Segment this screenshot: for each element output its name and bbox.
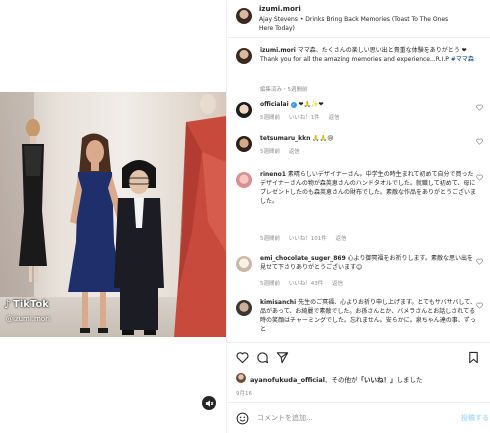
comment-body: emi_chocolate_suger_869 心より御冥福をお祈りします。素敵… [260,254,478,272]
comment-time: 5週間前 [260,236,280,242]
comments-list[interactable]: izumi.mori ママ森、たくさんの楽しい思い出と貴重な体験をありがとう ❤… [227,42,490,342]
comment-like-count[interactable]: いいね！1件 [289,115,320,121]
comment-username[interactable]: kimisanchi [260,299,296,306]
comment-text: 素晴らしいデザイナーさん。中学生の時生まれて初めて自分で買ったデザイナーさんの物… [260,171,477,205]
caption-meta: 編集済み・5週間前 [260,85,315,93]
caption-body: izumi.mori ママ森、たくさんの楽しい思い出と貴重な体験をありがとう ❤… [260,46,478,64]
avatar[interactable] [236,8,252,24]
heart-outline-icon[interactable] [476,104,483,111]
comment-username[interactable]: officialai [260,101,289,108]
comment-compose-bar: 投稿する [227,402,490,433]
comment-meta: 5週間前 いいね！101件 返信 [260,234,354,242]
verified-badge-icon: ✓ [290,101,297,108]
heart-outline-icon[interactable] [476,302,483,309]
mute-button[interactable] [202,396,216,410]
likes-summary[interactable]: ayanofukuda_official、その他が「いいね！」しました [227,372,490,386]
avatar[interactable] [236,373,246,383]
comment-like-count[interactable]: いいね！101件 [289,236,327,242]
post-actions-bar [227,342,490,372]
likes-text: ayanofukuda_official、その他が「いいね！」しました [250,374,423,384]
caption-text-en: Thank you for all the amazing memories a… [260,56,449,63]
caption-meta-text: 編集済み・5週間前 [260,87,308,93]
post-side-panel: izumi.mori Ajay Stevens • Drinks Bring B… [226,0,490,433]
comment-text: 🙏🙏😢 [312,135,334,142]
post-comment-button[interactable]: 投稿する [461,413,489,423]
tiktok-handle: @izumi.mori [6,315,50,323]
comment-meta: 5週間前 いいね！1件 返信 [260,113,347,121]
smiley-icon[interactable] [236,412,249,425]
comment-body: officialai ✓ ❤🙏✨❤ [260,100,478,109]
paper-plane-icon[interactable] [276,351,289,364]
comment-username[interactable]: emi_chocolate_suger_869 [260,255,346,262]
comment-time: 5週間前 [260,149,280,155]
bookmark-icon[interactable] [467,351,480,364]
post-media: ♪ TikTok @izumi.mori [0,0,226,433]
comment-time: 5週間前 [260,115,280,121]
reply-button[interactable]: 返信 [332,281,343,287]
audio-track-link[interactable]: Ajay Stevens • Drinks Bring Back Memorie… [259,15,449,33]
comment-meta: 5週間前 返信 [260,147,307,155]
likes-middle-text: 、その他が [325,376,358,384]
tiktok-watermark: ♪ TikTok [4,298,49,311]
woman-in-dark-suit [114,160,164,335]
comment-text: ❤🙏✨❤ [298,101,324,108]
post-date: 9月16 [236,391,252,397]
avatar[interactable] [236,256,252,272]
comment-bubble-icon[interactable] [256,351,269,364]
comment-username[interactable]: tetsumaru_kkn [260,135,310,142]
caption-heart: ❤ [461,47,467,54]
mannequin-right [174,94,226,337]
tiktok-logo-text: TikTok [13,299,49,310]
avatar[interactable] [236,102,252,118]
likes-username[interactable]: ayanofukuda_official [250,376,325,384]
caption-hashtag[interactable]: #ママ森 [451,56,474,63]
avatar[interactable] [236,136,252,152]
post-author-username[interactable]: izumi.mori [259,5,301,13]
mannequin-left [19,119,47,282]
avatar[interactable] [236,48,252,64]
caption-username[interactable]: izumi.mori [260,47,296,54]
reply-button[interactable]: 返信 [289,149,300,155]
comment-body: rineno1 素晴らしいデザイナーさん。中学生の時生まれて初めて自分で買ったデ… [260,170,478,206]
post-video[interactable]: ♪ TikTok @izumi.mori [0,92,226,337]
comment-body: tetsumaru_kkn 🙏🙏😢 [260,134,478,143]
heart-outline-icon[interactable] [236,351,249,364]
likes-suffix: しました [396,376,423,384]
post-header: izumi.mori Ajay Stevens • Drinks Bring B… [227,0,490,38]
caption-text: ママ森、たくさんの楽しい思い出と貴重な体験をありがとう [297,47,460,54]
comment-username[interactable]: rineno1 [260,171,286,178]
comment-body: kimisanchi 先生のご冥福、心よりお祈り申し上げます。とてもサバサバして… [260,298,478,334]
reply-button[interactable]: 返信 [329,115,340,121]
comment-meta: 5週間前 いいね！43件 返信 [260,279,350,287]
reply-button[interactable]: 返信 [336,236,347,242]
heart-outline-icon[interactable] [476,138,483,145]
avatar[interactable] [236,172,252,188]
likes-highlight[interactable]: 「いいね！」 [358,376,397,384]
heart-outline-icon[interactable] [476,174,483,181]
tiktok-note-icon: ♪ [4,298,12,311]
speaker-muted-icon [205,399,213,407]
heart-outline-icon[interactable] [476,258,483,265]
comment-time: 5週間前 [260,281,280,287]
comment-input[interactable] [257,411,447,425]
comment-like-count[interactable]: いいね！43件 [289,281,324,287]
avatar[interactable] [236,300,252,316]
